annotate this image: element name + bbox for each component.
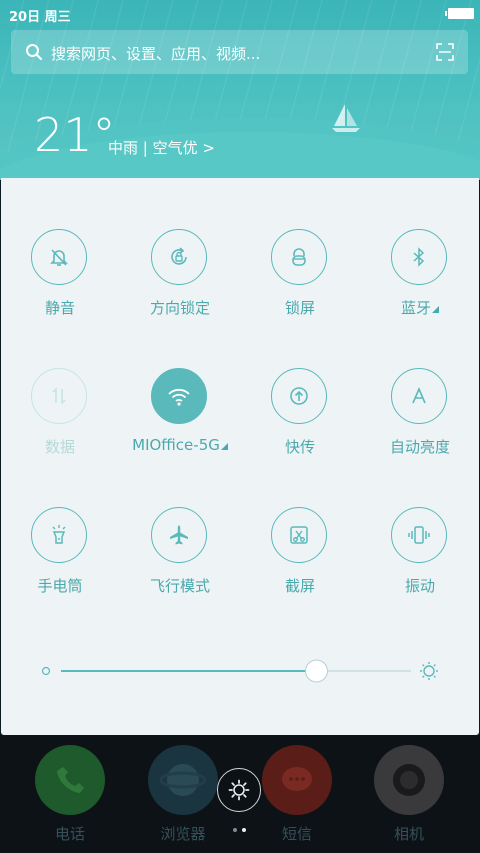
toggle-label: MIOffice-5G (132, 436, 220, 454)
auto-brightness-button[interactable] (391, 368, 447, 424)
toggle-label: 振动 (404, 577, 435, 595)
mobile-data-icon (52, 387, 66, 405)
camera-icon (393, 764, 425, 796)
quick-settings-panel: 静音 方向锁定 锁屏 蓝牙 数据 MIOffice-5G 快传 自动亮度 手电筒… (1, 178, 479, 735)
wifi-button[interactable] (151, 368, 207, 424)
search-input[interactable]: 搜索网页、设置、应用、视频... (51, 43, 260, 64)
mute-toggle-button[interactable] (31, 229, 87, 285)
toggle-mobile-data[interactable]: 数据 (1, 368, 121, 478)
gear-icon (228, 779, 250, 801)
toggle-label: 锁屏 (284, 299, 315, 317)
quick-transfer-icon (290, 387, 308, 405)
lock-icon (292, 248, 306, 266)
slider-thumb[interactable] (305, 659, 328, 683)
vibrate-button[interactable] (391, 507, 447, 563)
page-indicator-dot-active (242, 828, 246, 832)
bluetooth-button[interactable] (391, 229, 447, 285)
message-app[interactable] (262, 745, 332, 815)
scan-icon[interactable] (436, 43, 454, 61)
phone-app[interactable] (35, 745, 105, 815)
app-label: 相机 (393, 825, 424, 843)
toggle-label: 手电筒 (37, 577, 83, 595)
app-label: 短信 (281, 825, 312, 843)
airplane-icon (170, 525, 188, 545)
settings-button[interactable] (217, 768, 261, 812)
browser-app[interactable] (148, 745, 218, 815)
rotation-lock-icon (171, 247, 187, 265)
toggle-auto-brightness[interactable]: 自动亮度 (361, 368, 480, 478)
weather-header: 20日 周三 搜索网页、设置、应用、视频... 21° 中雨 | 空气优 > (0, 0, 480, 180)
battery-icon (445, 8, 474, 19)
search-icon (26, 44, 43, 61)
toggle-vibrate[interactable]: 振动 (361, 507, 480, 617)
camera-app[interactable] (374, 745, 444, 815)
toggle-label: 飞行模式 (149, 577, 210, 595)
toggle-rotation-lock[interactable]: 方向锁定 (121, 229, 241, 339)
toggle-label: 数据 (44, 438, 75, 456)
toggle-label-with-menu[interactable]: MIOffice-5G (121, 436, 239, 454)
phone-icon (57, 767, 84, 793)
toggle-label: 截屏 (284, 577, 315, 595)
brightness-high-icon (420, 662, 438, 680)
app-label: 电话 (54, 825, 85, 843)
toggle-flashlight[interactable]: 手电筒 (1, 507, 121, 617)
search-bar[interactable]: 搜索网页、设置、应用、视频... (11, 30, 468, 74)
screenshot-icon (290, 526, 308, 544)
toggle-label: 快传 (284, 438, 315, 456)
toggle-label: 蓝牙 (400, 299, 431, 317)
toggle-mute[interactable]: 静音 (1, 229, 121, 339)
message-icon (282, 767, 312, 791)
weather-summary-link[interactable]: 中雨 | 空气优 > (108, 137, 215, 158)
mute-bell-icon (50, 249, 68, 266)
auto-brightness-icon (412, 386, 426, 404)
brightness-slider[interactable] (1, 656, 479, 686)
wifi-icon (168, 388, 190, 406)
menu-corner-icon (220, 443, 228, 450)
toggle-label-with-menu[interactable]: 蓝牙 (361, 297, 479, 318)
toggle-wifi[interactable]: MIOffice-5G (121, 368, 241, 478)
screenshot-button[interactable] (271, 507, 327, 563)
toggle-label: 方向锁定 (149, 299, 210, 317)
toggle-quick-transfer[interactable]: 快传 (241, 368, 361, 478)
toggle-airplane-mode[interactable]: 飞行模式 (121, 507, 241, 617)
toggle-label: 静音 (44, 299, 75, 317)
lock-screen-button[interactable] (271, 229, 327, 285)
toggle-lock-screen[interactable]: 锁屏 (241, 229, 361, 339)
status-time: 20日 周三 (9, 10, 71, 25)
toggle-label: 自动亮度 (389, 438, 450, 456)
browser-icon (159, 764, 207, 796)
mobile-data-button[interactable] (31, 368, 87, 424)
quick-transfer-button[interactable] (271, 368, 327, 424)
bluetooth-icon (413, 247, 425, 267)
airplane-mode-button[interactable] (151, 507, 207, 563)
home-dock: 电话 浏览器 短信 相机 (0, 735, 480, 853)
sailboat-icon (332, 104, 360, 132)
toggle-screenshot[interactable]: 截屏 (241, 507, 361, 617)
rotation-lock-button[interactable] (151, 229, 207, 285)
brightness-low-icon (41, 666, 51, 676)
temperature: 21° (34, 108, 116, 162)
status-bar: 20日 周三 (0, 0, 480, 28)
flashlight-button[interactable] (31, 507, 87, 563)
menu-corner-icon (432, 306, 439, 313)
page-indicator-dot (233, 828, 237, 832)
flashlight-icon (52, 525, 66, 544)
vibrate-icon (408, 526, 430, 544)
toggle-bluetooth[interactable]: 蓝牙 (361, 229, 480, 339)
app-label: 浏览器 (160, 825, 206, 843)
